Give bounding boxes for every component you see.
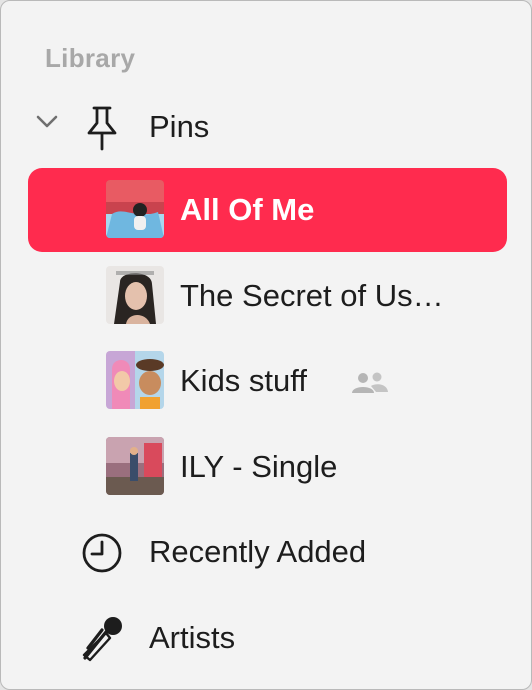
sidebar-item-pins[interactable]: Pins xyxy=(28,85,507,169)
pinned-item-the-secret-of-us[interactable]: The Secret of Us… xyxy=(28,254,507,338)
pushpin-icon xyxy=(87,106,117,151)
sidebar-item-label: Recently Added xyxy=(149,534,367,569)
playlist-artwork xyxy=(106,351,164,409)
album-artwork xyxy=(106,437,164,495)
sidebar-item-label: Artists xyxy=(149,620,236,655)
album-artwork xyxy=(106,180,164,238)
music-sidebar: Library Pins All Of Me The Secret of Us…… xyxy=(0,0,532,690)
album-artwork xyxy=(106,266,164,324)
pinned-item-label: All Of Me xyxy=(180,192,315,227)
pinned-item-ily-single[interactable]: ILY - Single xyxy=(28,425,507,509)
shared-people-icon xyxy=(352,372,388,393)
chevron-down-icon[interactable] xyxy=(36,115,58,129)
pinned-item-label: Kids stuff xyxy=(180,363,307,398)
pinned-item-kids-stuff[interactable]: Kids stuff xyxy=(28,339,507,423)
section-header-library: Library xyxy=(45,43,136,73)
pinned-item-label: The Secret of Us… xyxy=(180,278,444,313)
pinned-item-all-of-me[interactable]: All Of Me xyxy=(28,168,507,252)
clock-icon xyxy=(82,533,122,573)
sidebar-item-recently-added[interactable]: Recently Added xyxy=(28,510,507,594)
sidebar-item-label: Pins xyxy=(149,109,210,144)
sidebar-item-artists[interactable]: Artists xyxy=(28,596,507,680)
microphone-icon xyxy=(82,617,122,662)
pinned-item-label: ILY - Single xyxy=(180,449,338,484)
